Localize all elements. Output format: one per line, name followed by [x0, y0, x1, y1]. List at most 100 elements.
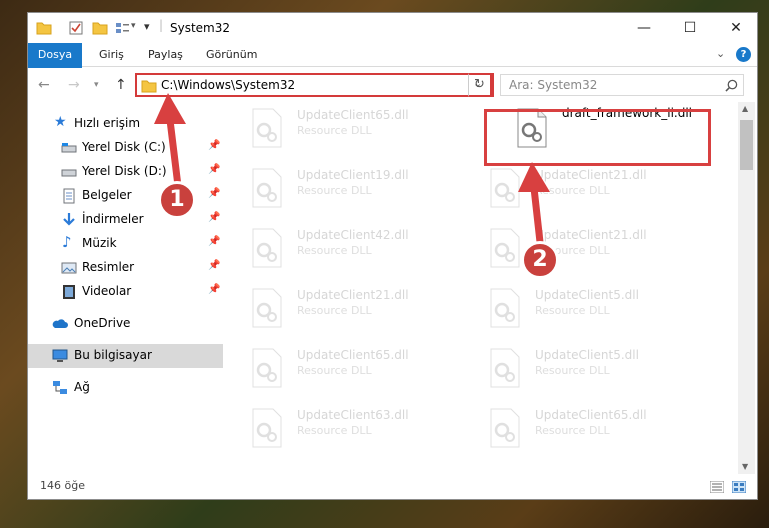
dll-file-icon [490, 288, 520, 328]
search-box[interactable]: Ara: System32 [500, 74, 744, 96]
list-item[interactable]: UpdateClient5.dll Resource DLL [461, 282, 691, 340]
search-placeholder[interactable]: Ara: System32 [509, 78, 597, 92]
nav-item-videos[interactable]: Videolar 📌 [28, 280, 223, 304]
file-name: UpdateClient21.dll [535, 228, 647, 242]
pin-icon: 📌 [208, 236, 221, 247]
dll-file-icon [252, 228, 282, 268]
refresh-button[interactable]: ↻ [468, 73, 492, 97]
file-name: UpdateClient5.dll [535, 348, 639, 362]
list-item[interactable]: UpdateClient5.dll Resource DLL [461, 342, 691, 400]
properties-icon[interactable] [68, 20, 84, 36]
dll-file-icon [490, 168, 520, 208]
list-item[interactable]: UpdateClient21.dll Resource DLL [461, 222, 691, 280]
navigation-bar: ← → ▾ ↑ C:\Windows\System32 ⌄ ↻ Ara: Sys… [28, 68, 757, 102]
nav-item-downloads[interactable]: İndirmeler 📌 [28, 208, 223, 232]
dll-file-icon [252, 408, 282, 448]
scroll-down-icon[interactable]: ▼ [742, 462, 748, 471]
list-item[interactable]: UpdateClient65.dll Resource DLL [461, 402, 691, 460]
videos-icon [63, 285, 75, 299]
nav-label: İndirmeler [82, 212, 144, 226]
nav-label: Yerel Disk (D:) [82, 164, 167, 178]
scrollbar-thumb[interactable] [740, 120, 753, 170]
address-path[interactable]: C:\Windows\System32 [161, 78, 295, 92]
maximize-button[interactable]: ☐ [667, 13, 713, 43]
list-item[interactable]: UpdateClient63.dll Resource DLL [223, 402, 453, 460]
tab-share[interactable]: Paylaş [138, 43, 193, 67]
pin-icon: 📌 [208, 140, 221, 151]
large-icons-view-icon[interactable] [732, 481, 746, 493]
file-name: UpdateClient65.dll [297, 348, 409, 362]
new-folder-icon[interactable] [92, 20, 108, 36]
file-name: UpdateClient21.dll [535, 168, 647, 182]
dll-file-icon [490, 408, 520, 448]
pictures-icon [61, 262, 77, 274]
item-count: 146 öğe [40, 479, 85, 492]
customize-qa-icon[interactable]: ▾ [144, 20, 150, 33]
vertical-scrollbar[interactable]: ▲ ▼ [738, 102, 755, 474]
nav-item-music[interactable]: ♪ Müzik 📌 [28, 232, 223, 256]
nav-network[interactable]: Ağ [28, 376, 223, 400]
dll-file-icon [252, 168, 282, 208]
back-button[interactable]: ← [38, 77, 50, 93]
minimize-button[interactable]: — [621, 13, 667, 43]
tab-home[interactable]: Giriş [89, 43, 134, 67]
tab-view[interactable]: Görünüm [196, 43, 267, 67]
file-name: UpdateClient63.dll [297, 408, 409, 422]
scroll-up-icon[interactable]: ▲ [742, 104, 748, 113]
close-button[interactable]: ✕ [713, 13, 757, 43]
nav-label: Ağ [74, 380, 90, 394]
file-type: Resource DLL [297, 244, 372, 257]
dll-file-icon [252, 348, 282, 388]
nav-this-pc[interactable]: Bu bilgisayar [28, 344, 223, 368]
forward-button[interactable]: → [68, 77, 80, 93]
address-bar[interactable]: C:\Windows\System32 ⌄ [135, 73, 494, 97]
cloud-icon [52, 319, 68, 328]
nav-item-disk-c[interactable]: Yerel Disk (C:) 📌 [28, 136, 223, 160]
list-item[interactable]: UpdateClient65.dll Resource DLL [223, 102, 453, 160]
nav-label: Yerel Disk (C:) [82, 140, 166, 154]
computer-icon [52, 349, 68, 362]
pin-icon: 📌 [208, 284, 221, 295]
dll-file-icon [490, 228, 520, 268]
documents-icon [63, 188, 75, 204]
dll-file-icon [252, 288, 282, 328]
downloads-icon [63, 213, 75, 226]
expand-ribbon-icon[interactable]: ⌄ [716, 47, 725, 60]
recent-locations-icon[interactable]: ▾ [94, 80, 99, 90]
help-button[interactable]: ? [736, 47, 751, 62]
pin-icon: 📌 [208, 164, 221, 175]
title-bar: ▾ ▾ | System32 — ☐ ✕ [28, 13, 757, 43]
dll-file-icon [490, 348, 520, 388]
nav-label: Belgeler [82, 188, 132, 202]
music-icon: ♪ [62, 233, 72, 251]
list-item[interactable]: UpdateClient19.dll Resource DLL [223, 162, 453, 220]
nav-onedrive[interactable]: OneDrive [28, 312, 223, 336]
nav-quick-access[interactable]: ★ Hızlı erişim [28, 112, 223, 136]
list-item[interactable]: UpdateClient42.dll Resource DLL [223, 222, 453, 280]
up-button[interactable]: ↑ [115, 77, 127, 93]
list-item[interactable]: UpdateClient21.dll Resource DLL [461, 162, 691, 220]
explorer-window: ▾ ▾ | System32 — ☐ ✕ Dosya Giriş Paylaş … [27, 12, 758, 500]
list-item[interactable]: UpdateClient65.dll Resource DLL [223, 342, 453, 400]
drive-icon [61, 143, 77, 153]
folder-icon [141, 80, 157, 93]
file-type: Resource DLL [535, 304, 610, 317]
search-icon[interactable] [725, 79, 738, 92]
nav-item-pictures[interactable]: Resimler 📌 [28, 256, 223, 280]
nav-item-disk-d[interactable]: Yerel Disk (D:) 📌 [28, 160, 223, 184]
file-name: UpdateClient5.dll [535, 288, 639, 302]
nav-label: Müzik [82, 236, 117, 250]
view-options-icon[interactable] [114, 20, 130, 36]
window-title: System32 [170, 21, 231, 35]
file-type: Resource DLL [535, 184, 610, 197]
target-file-highlight [484, 109, 711, 166]
pin-icon: 📌 [208, 260, 221, 271]
details-view-icon[interactable] [710, 481, 724, 493]
star-icon: ★ [54, 114, 67, 130]
file-name: UpdateClient65.dll [535, 408, 647, 422]
qa-dropdown-icon[interactable]: ▾ [131, 21, 136, 31]
file-type: Resource DLL [297, 424, 372, 437]
file-type: Resource DLL [535, 424, 610, 437]
list-item[interactable]: UpdateClient21.dll Resource DLL [223, 282, 453, 340]
nav-label: Hızlı erişim [74, 116, 141, 130]
